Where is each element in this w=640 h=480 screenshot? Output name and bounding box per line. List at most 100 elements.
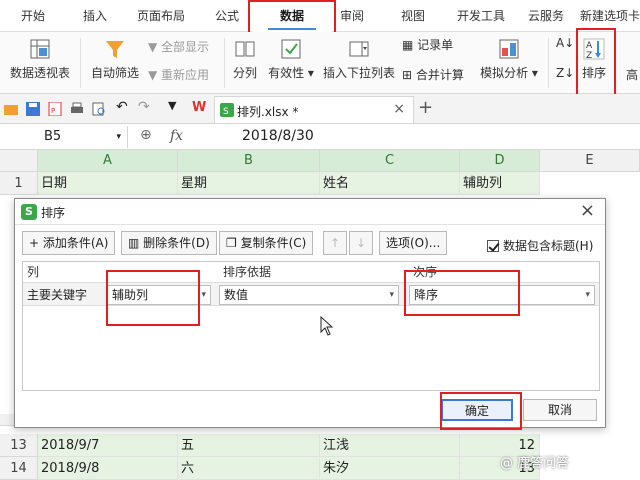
formula-bar: B5 ▾ ⊕ fx 2018/8/30 bbox=[0, 124, 640, 150]
export-pdf-icon[interactable]: P bbox=[48, 102, 62, 116]
table-cell[interactable]: 五 bbox=[178, 434, 320, 457]
show-all-button[interactable]: ▼ 全部显示 bbox=[148, 38, 209, 55]
tab-view[interactable]: 视图 bbox=[390, 0, 436, 32]
copy-condition-button[interactable]: ❐ 复制条件(C) bbox=[219, 231, 314, 255]
name-box-dropdown-icon[interactable]: ▾ bbox=[116, 126, 121, 148]
close-tab-icon[interactable]: × bbox=[393, 101, 405, 117]
dialog-title: 排序 bbox=[41, 206, 66, 220]
svg-text:S: S bbox=[223, 107, 229, 117]
text-to-columns-button[interactable]: 分列 bbox=[228, 38, 262, 81]
wps-sheet-logo-icon: S bbox=[21, 204, 37, 220]
close-dialog-icon[interactable]: × bbox=[580, 200, 595, 221]
folder-icon[interactable] bbox=[4, 102, 18, 116]
table-cell[interactable]: 江浅 bbox=[320, 434, 460, 457]
sort-ascending-icon: A↓ bbox=[556, 36, 575, 50]
document-tab[interactable]: S 排列.xlsx * × bbox=[214, 96, 414, 123]
funnel-icon bbox=[106, 41, 124, 58]
annotation-sort-key bbox=[106, 270, 200, 326]
delete-condition-button[interactable]: ▥ 删除条件(D) bbox=[121, 231, 217, 255]
function-icon[interactable]: fx bbox=[170, 128, 183, 144]
column-header-d[interactable]: D bbox=[460, 150, 540, 172]
column-header-e[interactable]: E bbox=[540, 150, 640, 172]
merge-calc-button[interactable]: ⊞ 合并计算 bbox=[402, 66, 464, 83]
row-header-14[interactable]: 14 bbox=[0, 457, 38, 480]
arrow-up-icon: ↑ bbox=[329, 236, 341, 250]
record-form-button[interactable]: ▦ 记录单 bbox=[402, 36, 453, 53]
chevron-down-icon: ▾ bbox=[201, 290, 206, 300]
pivot-table-icon bbox=[30, 39, 50, 59]
header-cell-date[interactable]: 日期 bbox=[38, 172, 178, 195]
tab-page-layout[interactable]: 页面布局 bbox=[130, 0, 192, 32]
undo-icon[interactable]: ↶ bbox=[116, 99, 130, 115]
copy-condition-label: 复制条件(C) bbox=[240, 236, 307, 250]
column-header-basis: 排序依据 bbox=[223, 265, 272, 279]
validity-button[interactable]: 有效性 ▾ bbox=[264, 38, 318, 81]
tab-formulas[interactable]: 公式 bbox=[204, 0, 250, 32]
split-columns-icon bbox=[235, 41, 255, 57]
quick-access-dropdown-icon[interactable]: ▼ bbox=[168, 99, 182, 113]
annotation-sort-order bbox=[404, 270, 520, 316]
print-preview-icon[interactable] bbox=[92, 102, 106, 116]
insert-dropdown-list-button[interactable]: 插入下拉列表 bbox=[322, 38, 396, 81]
table-cell[interactable]: 2018/9/8 bbox=[38, 457, 178, 480]
move-up-button[interactable]: ↑ bbox=[323, 231, 347, 255]
tab-home[interactable]: 开始 bbox=[10, 0, 56, 32]
record-label: 记录单 bbox=[417, 38, 454, 52]
options-button[interactable]: 选项(O)... bbox=[379, 231, 448, 255]
print-icon[interactable] bbox=[70, 102, 84, 116]
mouse-pointer-icon bbox=[320, 316, 334, 336]
table-cell[interactable]: 朱汐 bbox=[320, 457, 460, 480]
merge-calc-label: 合并计算 bbox=[415, 68, 464, 82]
sort-ascending-button[interactable]: A↓ bbox=[556, 36, 574, 50]
autofilter-button[interactable]: 自动筛选 bbox=[88, 38, 142, 81]
column-header-c[interactable]: C bbox=[320, 150, 460, 172]
split-label: 分列 bbox=[232, 66, 257, 80]
checkbox-checked-icon bbox=[487, 240, 499, 252]
tab-cloud[interactable]: 云服务 bbox=[522, 0, 570, 32]
formula-input[interactable]: 2018/8/30 bbox=[242, 128, 314, 144]
pivot-table-button[interactable]: 数据透视表 bbox=[6, 38, 74, 81]
name-box[interactable]: B5 ▾ bbox=[0, 126, 128, 148]
divider bbox=[548, 38, 549, 88]
reapply-button[interactable]: ▼ 重新应用 bbox=[148, 66, 209, 83]
save-icon[interactable] bbox=[26, 102, 40, 116]
dropdown-label: 插入下拉列表 bbox=[322, 66, 395, 80]
chevron-down-icon: ▾ bbox=[389, 290, 394, 300]
row-header-1[interactable]: 1 bbox=[0, 172, 38, 195]
column-header-column: 列 bbox=[27, 265, 40, 279]
column-header-b[interactable]: B bbox=[178, 150, 320, 172]
sort-descending-button[interactable]: Z↓ bbox=[556, 66, 574, 80]
header-cell-weekday[interactable]: 星期 bbox=[178, 172, 320, 195]
wps-logo-icon: W bbox=[192, 100, 207, 115]
validity-icon bbox=[281, 39, 301, 59]
reapply-label: 重新应用 bbox=[161, 68, 210, 82]
table-cell[interactable]: 六 bbox=[178, 457, 320, 480]
redo-icon[interactable]: ↷ bbox=[138, 99, 152, 115]
tab-insert[interactable]: 插入 bbox=[72, 0, 118, 32]
cancel-button[interactable]: 取消 bbox=[523, 399, 597, 421]
zoom-lookup-icon[interactable]: ⊕ bbox=[140, 127, 152, 143]
autofilter-label: 自动筛选 bbox=[90, 66, 139, 80]
select-all-corner[interactable] bbox=[0, 150, 38, 172]
header-cell-aux[interactable]: 辅助列 bbox=[460, 172, 540, 195]
header-cell-name[interactable]: 姓名 bbox=[320, 172, 460, 195]
table-cell[interactable]: 2018/9/7 bbox=[38, 434, 178, 457]
tab-review[interactable]: 审阅 bbox=[334, 0, 370, 32]
what-if-button[interactable]: 模拟分析 ▾ bbox=[478, 38, 540, 81]
form-icon: ▦ bbox=[402, 38, 418, 52]
copy-icon: ❐ bbox=[226, 236, 241, 250]
add-condition-button[interactable]: + 添加条件(A) bbox=[22, 231, 116, 255]
move-down-button[interactable]: ↓ bbox=[349, 231, 373, 255]
sort-basis-select[interactable]: 数值 ▾ bbox=[219, 285, 399, 305]
tab-developer[interactable]: 开发工具 bbox=[450, 0, 512, 32]
column-header-a[interactable]: A bbox=[38, 150, 178, 172]
has-header-checkbox[interactable]: 数据包含标题(H) bbox=[487, 237, 593, 254]
advanced-button[interactable]: 高 bbox=[626, 66, 638, 83]
document-filename: 排列.xlsx * bbox=[237, 105, 299, 119]
filter-clear-icon: ▼ bbox=[148, 40, 162, 54]
divider bbox=[224, 38, 225, 88]
dropdown-caret-icon: ▾ bbox=[304, 66, 314, 80]
row-header-13[interactable]: 13 bbox=[0, 434, 38, 457]
new-tab-icon[interactable]: + bbox=[418, 97, 433, 118]
show-all-label: 全部显示 bbox=[161, 40, 210, 54]
